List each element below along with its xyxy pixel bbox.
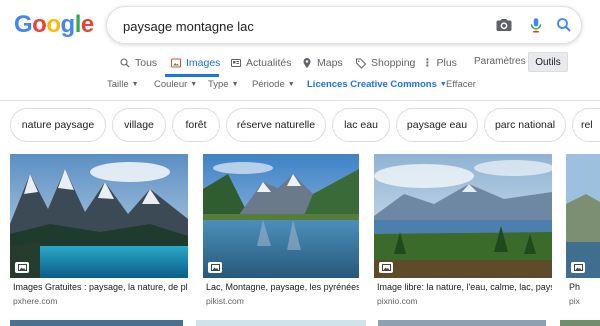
result-thumbnail[interactable] (203, 154, 359, 278)
result-thumbnail-partial[interactable] (10, 320, 183, 326)
result-thumbnail[interactable] (10, 154, 188, 278)
result-thumbnail-partial[interactable] (378, 320, 546, 326)
caret-down-icon: ▼ (231, 81, 239, 88)
image-badge-icon (379, 262, 393, 273)
result-caption[interactable]: Ph (569, 282, 600, 292)
search-box (106, 6, 582, 44)
active-tab-indicator (165, 74, 219, 77)
tab-images[interactable]: Images (170, 52, 220, 74)
tab-maps[interactable]: Maps (301, 52, 343, 74)
tools-button[interactable]: Outils (528, 52, 568, 72)
image-badge-icon (571, 262, 585, 273)
result-caption[interactable]: Image libre: la nature, l'eau, calme, la… (377, 282, 552, 292)
microphone-icon[interactable] (527, 16, 545, 34)
clear-filters-link[interactable]: Effacer (446, 79, 476, 90)
tab-news[interactable]: Actualités (230, 52, 292, 74)
image-badge-icon (208, 262, 222, 273)
settings-link[interactable]: Paramètres (474, 52, 526, 70)
caret-down-icon: ▼ (287, 81, 295, 88)
camera-icon[interactable] (495, 16, 513, 34)
result-thumbnail-partial[interactable] (196, 320, 366, 326)
news-icon (231, 59, 241, 67)
chip-paysage-eau[interactable]: paysage eau (396, 108, 478, 142)
search-input[interactable] (121, 15, 475, 37)
chip-parc-national[interactable]: parc national (484, 108, 566, 142)
result-caption[interactable]: Lac, Montagne, paysage, les pyrénées,... (206, 282, 359, 292)
caret-down-icon: ▼ (190, 81, 198, 88)
chip-village[interactable]: village (112, 108, 166, 142)
filter-bar: Taille ▼ Couleur ▼ Type ▼ Période ▼ Licences… (0, 79, 600, 95)
result-thumbnail-partial[interactable] (560, 320, 600, 326)
result-caption[interactable]: Images Gratuites : paysage, la nature, d… (13, 282, 188, 292)
chip-reserve-naturelle[interactable]: réserve naturelle (226, 108, 326, 142)
chip-lac-eau[interactable]: lac eau (332, 108, 390, 142)
result-source: pxhere.com (13, 296, 58, 306)
filter-type[interactable]: Type ▼ (208, 79, 239, 90)
related-searches: nature paysage village forêt réserve nat… (0, 108, 600, 144)
result-thumbnail[interactable] (566, 154, 600, 278)
header: Google Tous Images Actualités Maps (0, 0, 600, 101)
result-thumbnail[interactable] (374, 154, 552, 278)
tab-all[interactable]: Tous (119, 52, 157, 74)
more-vert-icon: ⋮ (422, 57, 433, 69)
result-source: pikist.com (206, 296, 244, 306)
map-pin-icon (303, 58, 311, 68)
filter-period[interactable]: Période ▼ (252, 79, 295, 90)
result-source: pixnio.com (377, 296, 418, 306)
chip-partial[interactable]: rel (572, 108, 600, 142)
search-icon[interactable] (555, 16, 573, 34)
caret-down-icon: ▼ (131, 81, 139, 88)
google-logo[interactable]: Google (14, 11, 94, 39)
search-icon (120, 58, 130, 68)
filter-size[interactable]: Taille ▼ (107, 79, 139, 90)
chip-foret[interactable]: forêt (172, 108, 220, 142)
chip-nature-paysage[interactable]: nature paysage (10, 108, 106, 142)
image-badge-icon (15, 262, 29, 273)
filter-color[interactable]: Couleur ▼ (154, 79, 197, 90)
tag-icon (356, 58, 367, 69)
tab-more[interactable]: ⋮ Plus (422, 52, 457, 74)
filter-license[interactable]: Licences Creative Commons ▼ (307, 79, 447, 90)
image-icon (171, 58, 181, 68)
tab-shopping[interactable]: Shopping (355, 52, 415, 74)
result-source: pix (569, 296, 580, 306)
